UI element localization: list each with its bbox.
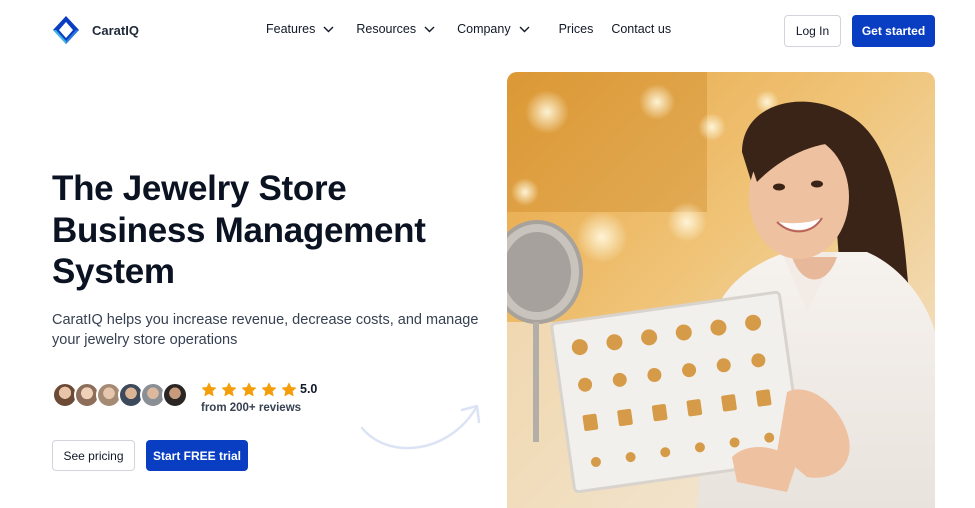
hero-subtitle: CaratIQ helps you increase revenue, decr…: [52, 312, 479, 348]
avatar: [162, 382, 188, 408]
star-icon: [261, 382, 277, 397]
hero-title-line: System: [52, 252, 175, 291]
hero-title-line: The Jewelry Store: [52, 169, 347, 208]
main-nav: Features Resources Company Prices Contac…: [266, 22, 671, 36]
hero-title: The Jewelry Store Business Management Sy…: [52, 168, 492, 293]
see-pricing-button[interactable]: See pricing: [52, 440, 135, 471]
nav-company-label: Company: [457, 22, 511, 36]
landing-page: CaratIQ Features Resources Company Price…: [0, 0, 975, 508]
nav-contact-us[interactable]: Contact us: [611, 22, 671, 36]
reviews-count: from 200+ reviews: [201, 402, 302, 414]
chevron-down-icon: [323, 26, 334, 32]
hero-title-line: Business Management: [52, 210, 426, 250]
brand-name: CaratIQ: [92, 22, 139, 38]
nav-features[interactable]: Features: [266, 22, 334, 36]
get-started-button[interactable]: Get started: [852, 15, 935, 47]
brand-logo[interactable]: CaratIQ: [52, 15, 139, 45]
star-icon: [201, 382, 217, 397]
nav-features-label: Features: [266, 22, 316, 36]
customer-avatars: [52, 382, 188, 408]
jewelry-saleswoman-image: [507, 72, 935, 508]
star-icon: [281, 382, 297, 397]
nav-contact-us-label: Contact us: [611, 22, 672, 36]
caratiq-logo-icon: [53, 16, 79, 44]
star-icon: [221, 382, 237, 397]
star-icon: [241, 382, 257, 397]
rating-score: 5.0: [300, 382, 318, 396]
nav-resources[interactable]: Resources: [356, 22, 435, 36]
curved-arrow-icon: [360, 404, 481, 450]
nav-company[interactable]: Company: [457, 22, 530, 36]
start-free-trial-button[interactable]: Start FREE trial: [146, 440, 248, 471]
nav-prices[interactable]: Prices: [559, 22, 594, 36]
nav-resources-label: Resources: [356, 22, 417, 36]
nav-prices-label: Prices: [558, 22, 594, 36]
chevron-down-icon: [424, 26, 435, 32]
hero-photo: [507, 72, 935, 508]
rating-stars: [201, 382, 297, 398]
login-button[interactable]: Log In: [784, 15, 841, 47]
chevron-down-icon: [519, 26, 530, 32]
